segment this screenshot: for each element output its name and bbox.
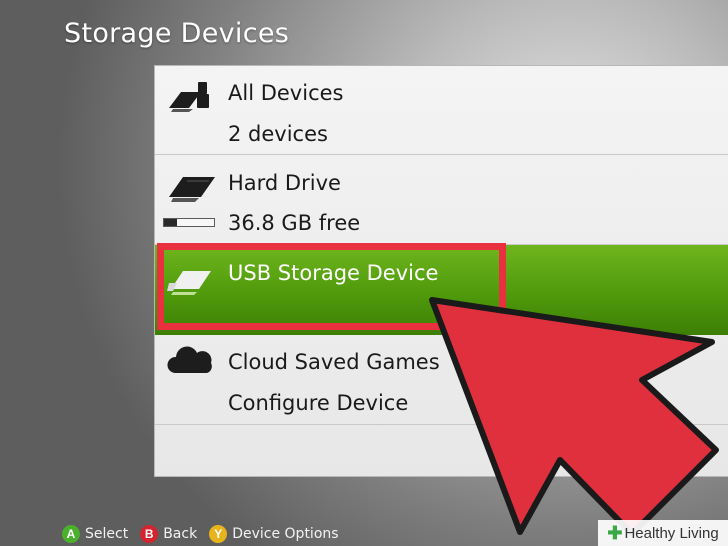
item-detail[interactable]: Configure Device [228,391,408,415]
select-hint[interactable]: A Select [62,525,128,543]
item-detail: 2 devices [228,122,328,146]
b-button-icon: B [140,525,159,543]
plus-icon: ✚ [607,522,623,543]
pointer-arrow-icon [429,297,719,537]
item-label: Cloud Saved Games [228,350,440,374]
back-hint[interactable]: B Back [140,525,197,543]
device-options-label: Device Options [232,526,339,542]
storage-usage-fill [164,219,177,226]
a-button-icon: A [62,525,80,543]
devices-icon [167,78,217,118]
storage-usage-bar [163,218,215,227]
watermark-text: Healthy Living [624,524,719,542]
back-label: Back [163,526,198,542]
list-item-all-devices[interactable]: All Devices 2 devices [155,66,728,155]
item-label: All Devices [228,81,344,105]
item-label: Hard Drive [228,171,341,195]
hard-drive-icon [167,167,217,207]
device-options-hint[interactable]: Y Device Options [209,525,339,543]
item-detail: 36.8 GB free [228,211,361,235]
page-title: Storage Devices [64,18,290,49]
controller-hints: A Select B Back Y Device Options [62,524,345,544]
cloud-icon [167,345,215,383]
select-label: Select [85,526,129,542]
watermark: ✚ Healthy Living [598,520,728,546]
y-button-icon: Y [209,525,228,543]
list-item-hard-drive[interactable]: Hard Drive 36.8 GB free [155,155,728,245]
